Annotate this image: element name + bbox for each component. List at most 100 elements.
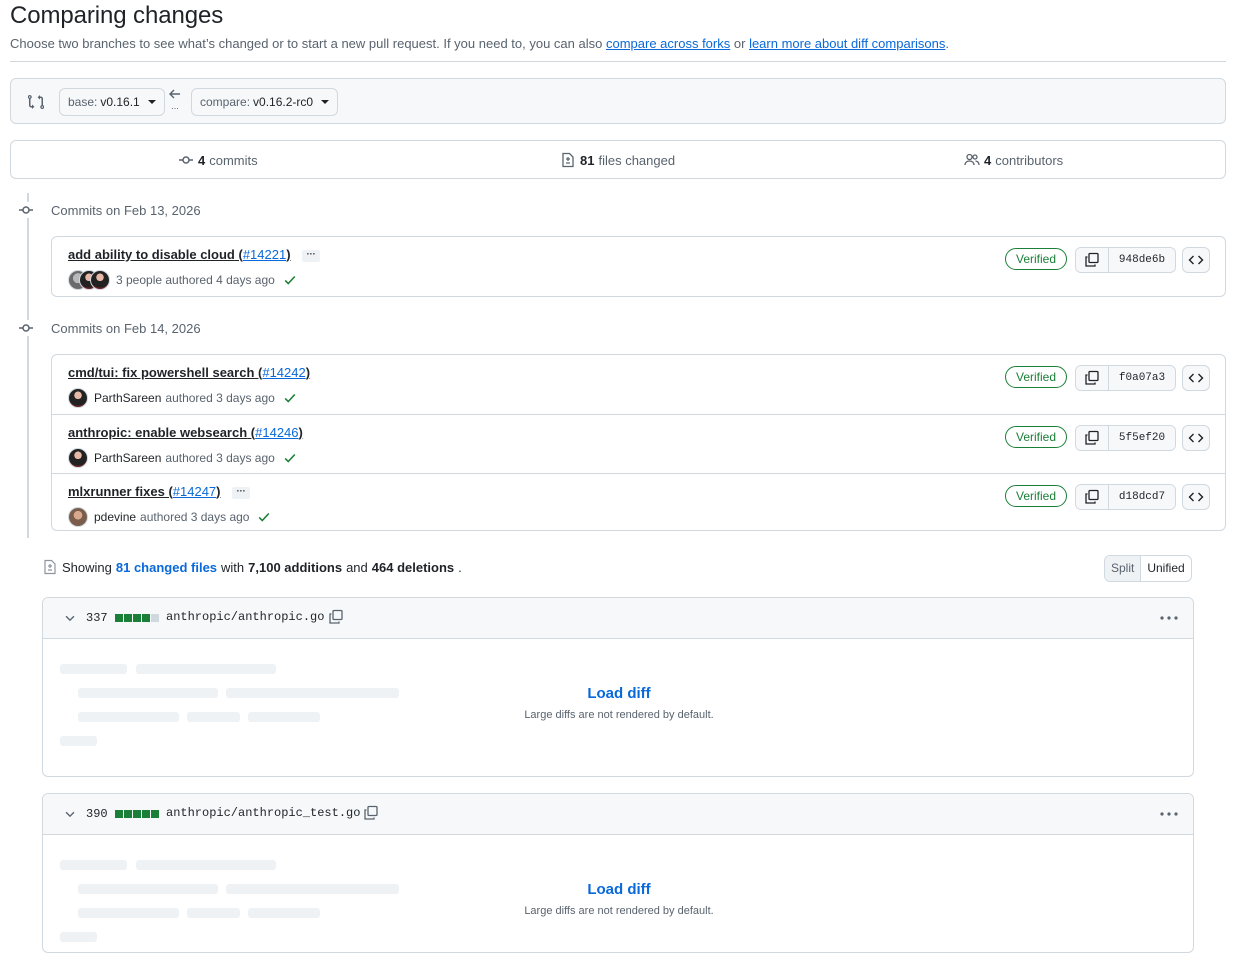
base-branch-select[interactable]: base: v0.16.1 — [59, 88, 165, 116]
browse-repo-button[interactable] — [1182, 365, 1210, 391]
unified-view-button[interactable]: Unified — [1141, 556, 1190, 581]
verified-badge[interactable]: Verified — [1005, 248, 1068, 270]
commit-sha-link[interactable]: 948de6b — [1109, 248, 1175, 272]
commit-message-link[interactable]: add ability to disable cloud — [68, 247, 235, 262]
copy-sha-button[interactable] — [1076, 485, 1109, 509]
diffstat-block-added — [124, 810, 132, 818]
copy-sha-button[interactable] — [1076, 248, 1109, 272]
changed-files-link[interactable]: 81 changed files — [116, 560, 217, 575]
browse-repo-button[interactable] — [1182, 247, 1210, 273]
avatar[interactable] — [68, 448, 88, 468]
paren: ( — [164, 484, 173, 499]
sha-group: 948de6b — [1075, 247, 1176, 273]
file-path-link[interactable]: anthropic/anthropic.go — [166, 610, 324, 624]
commit-group-heading: Commits on Feb 14, 2026 — [18, 318, 201, 338]
commit-authored: authored 3 days ago — [165, 391, 275, 405]
commit-list: cmd/tui: fix powershell search (#14242) … — [51, 354, 1226, 531]
sha-group: f0a07a3 — [1075, 365, 1176, 391]
commits-label: commits — [209, 152, 258, 168]
file-diff-icon — [44, 559, 56, 575]
author-link[interactable]: pdevine — [94, 510, 136, 524]
paren: ) — [298, 425, 303, 440]
avatar[interactable] — [90, 270, 110, 290]
contributors-tab[interactable]: 4 contributors — [964, 152, 1063, 168]
page-title: Comparing changes — [10, 2, 224, 29]
subtitle-period: . — [945, 36, 949, 51]
additions-count: 7,100 additions — [248, 559, 343, 575]
commit-message-link[interactable]: cmd/tui: fix powershell search — [68, 365, 254, 380]
contributors-label: contributors — [995, 152, 1064, 168]
load-diff-button[interactable]: Load diff — [43, 881, 1193, 898]
load-diff-area: Load diff Large diffs are not rendered b… — [43, 881, 1193, 917]
check-icon[interactable] — [283, 391, 297, 405]
commits-tab[interactable]: 4 commits — [178, 152, 258, 168]
diffstat-bar — [115, 614, 159, 622]
commit-sha-link[interactable]: f0a07a3 — [1109, 366, 1175, 390]
diffstat-block-added — [115, 810, 123, 818]
avatar[interactable] — [68, 507, 88, 527]
chevron-down-icon[interactable] — [63, 611, 77, 625]
expand-message-button[interactable]: ··· — [232, 486, 251, 499]
compare-across-forks-link[interactable]: compare across forks — [606, 36, 730, 51]
skeleton-line — [136, 664, 276, 674]
code-icon — [1188, 433, 1204, 443]
verified-badge[interactable]: Verified — [1005, 366, 1068, 388]
pr-link[interactable]: #14221 — [243, 247, 286, 262]
pr-link[interactable]: #14246 — [255, 425, 298, 440]
group-date: Commits on Feb 13, 2026 — [51, 202, 201, 218]
files-changed-tab[interactable]: 81 files changed — [560, 152, 675, 168]
browse-repo-button[interactable] — [1182, 425, 1210, 451]
commit-sha-link[interactable]: 5f5ef20 — [1109, 426, 1175, 450]
file-path-link[interactable]: anthropic/anthropic_test.go — [166, 806, 360, 820]
copy-icon[interactable] — [363, 805, 379, 821]
file-diff-icon — [562, 152, 574, 168]
arrow-left-icon — [169, 89, 180, 99]
pr-link[interactable]: #14242 — [262, 365, 305, 380]
copy-sha-button[interactable] — [1076, 366, 1109, 390]
load-diff-button[interactable]: Load diff — [43, 685, 1193, 702]
divider — [10, 61, 1226, 62]
commit-meta: ParthSareen authored 3 days ago — [68, 388, 297, 408]
diff-line-count: 390 — [86, 807, 108, 821]
deletions-count: 464 deletions — [371, 559, 455, 575]
check-icon[interactable] — [283, 273, 297, 287]
code-icon — [1188, 255, 1204, 265]
learn-diff-comparisons-link[interactable]: learn more about diff comparisons — [749, 36, 945, 51]
pr-link[interactable]: #14247 — [173, 484, 216, 499]
diffstat-block-added — [133, 614, 141, 622]
compare-branch-select[interactable]: compare: v0.16.2-rc0 — [191, 88, 339, 116]
chevron-down-icon[interactable] — [63, 807, 77, 821]
diff-view-toggle: Split Unified — [1104, 555, 1192, 582]
author-link[interactable]: ParthSareen — [94, 391, 161, 405]
kebab-horizontal-icon[interactable] — [1159, 806, 1179, 822]
commit-authors: 3 people authored 4 days ago — [116, 273, 275, 287]
copy-icon[interactable] — [328, 609, 344, 625]
paren: ( — [234, 247, 243, 262]
avatar[interactable] — [68, 388, 88, 408]
check-icon[interactable] — [283, 451, 297, 465]
copy-sha-button[interactable] — [1076, 426, 1109, 450]
file-header: 390 anthropic/anthropic_test.go — [43, 794, 1193, 835]
git-commit-icon — [18, 202, 34, 218]
expand-message-button[interactable]: ··· — [302, 249, 321, 262]
check-icon[interactable] — [257, 510, 271, 524]
file-header: 337 anthropic/anthropic.go — [43, 598, 1193, 639]
verified-badge[interactable]: Verified — [1005, 426, 1068, 448]
diffstat-block-added — [142, 614, 150, 622]
compare-page: Comparing changes Choose two branches to… — [0, 0, 1244, 953]
load-diff-area: Load diff Large diffs are not rendered b… — [43, 685, 1193, 721]
author-link[interactable]: ParthSareen — [94, 451, 161, 465]
diffstat-block-neutral — [151, 614, 159, 622]
commit-message-link[interactable]: anthropic: enable websearch — [68, 425, 247, 440]
kebab-horizontal-icon[interactable] — [1159, 610, 1179, 626]
split-view-button[interactable]: Split — [1105, 556, 1142, 581]
git-compare-icon — [28, 94, 44, 110]
commit-row: cmd/tui: fix powershell search (#14242) … — [52, 355, 1225, 414]
commit-list: add ability to disable cloud (#14221) ··… — [51, 236, 1226, 297]
commit-sha-link[interactable]: d18dcd7 — [1109, 485, 1175, 509]
verified-badge[interactable]: Verified — [1005, 485, 1068, 507]
browse-repo-button[interactable] — [1182, 484, 1210, 510]
files-count: 81 — [580, 152, 595, 168]
commit-message-link[interactable]: mlxrunner fixes — [68, 484, 165, 499]
page-subtitle: Choose two branches to see what’s change… — [10, 36, 949, 51]
